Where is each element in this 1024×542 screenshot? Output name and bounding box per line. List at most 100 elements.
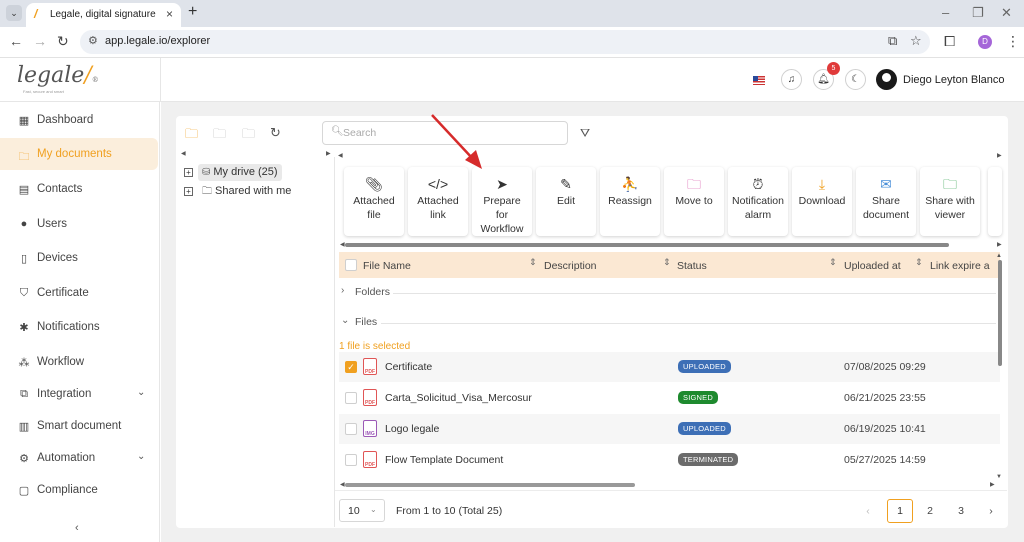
- sidebar-item-certificate[interactable]: ⛉ Certificate: [0, 277, 158, 309]
- browser-menu-icon[interactable]: ⋮: [1006, 33, 1020, 50]
- sort-icon[interactable]: ⇕: [663, 257, 671, 268]
- expand-icon[interactable]: +: [184, 168, 193, 177]
- page-3-button[interactable]: 3: [948, 499, 974, 523]
- move-folder-icon[interactable]: 🗀︎: [242, 125, 255, 147]
- column-description[interactable]: Description: [544, 260, 597, 272]
- next-page-button[interactable]: ›: [978, 499, 1004, 523]
- edit-button[interactable]: ✎ Edit: [536, 167, 596, 236]
- sort-icon[interactable]: ⇕: [529, 257, 537, 268]
- support-headset-icon[interactable]: ♫: [781, 69, 802, 90]
- attached-file-button[interactable]: 📎︎ Attached file: [344, 167, 404, 236]
- sidebar-item-smart-document[interactable]: ▥ Smart document: [0, 410, 158, 442]
- column-link-expire[interactable]: Link expire a: [930, 260, 998, 272]
- address-bar[interactable]: ⚙ app.legale.io/explorer ⧉ ☆: [80, 30, 930, 54]
- scroll-left-icon[interactable]: ◀: [340, 241, 345, 248]
- table-row[interactable]: ✓ PDF Certificate UPLOADED 07/08/2025 09…: [339, 352, 1000, 382]
- tree-scroll-right-icon[interactable]: ▶: [326, 150, 331, 157]
- new-folder-icon[interactable]: 🗀︎: [185, 125, 198, 147]
- sidebar-item-notifications[interactable]: ✱ Notifications: [0, 311, 158, 343]
- page-size-select[interactable]: 10 ⌄: [339, 499, 385, 522]
- install-app-icon[interactable]: ⧉: [888, 33, 897, 49]
- sort-icon[interactable]: ⇕: [829, 257, 837, 268]
- bookmark-star-icon[interactable]: ☆: [910, 33, 922, 49]
- scroll-right-icon[interactable]: ▶: [997, 241, 1002, 248]
- row-checkbox[interactable]: [345, 392, 357, 404]
- actions-scroll-left-icon[interactable]: ◀: [338, 152, 343, 159]
- tree-label-pill[interactable]: 🗀︎ Shared with me: [198, 183, 295, 200]
- search-input[interactable]: [343, 125, 563, 141]
- prev-page-button[interactable]: ‹: [855, 499, 881, 523]
- actions-scrollbar[interactable]: [345, 243, 949, 247]
- file-name[interactable]: Flow Template Document: [385, 454, 503, 466]
- sidebar-item-integration[interactable]: ⧉ Integration ⌄: [0, 378, 158, 410]
- expand-icon[interactable]: +: [184, 187, 193, 196]
- row-checkbox[interactable]: ✓: [345, 361, 357, 373]
- move-to-button[interactable]: 🗀︎ Move to: [664, 167, 724, 236]
- group-folders[interactable]: › Folders: [339, 283, 1000, 303]
- sidebar-item-devices[interactable]: ▯ Devices: [0, 242, 158, 274]
- us-flag-icon[interactable]: [753, 76, 765, 85]
- close-icon[interactable]: ×: [166, 7, 173, 21]
- page-1-button[interactable]: 1: [887, 499, 913, 523]
- scroll-right-icon[interactable]: ▶: [990, 481, 995, 488]
- column-status[interactable]: Status: [677, 260, 707, 272]
- scroll-left-icon[interactable]: ◀: [340, 481, 345, 488]
- table-row[interactable]: IMG Logo legale UPLOADED 06/19/2025 10:4…: [339, 414, 1000, 444]
- dark-mode-icon[interactable]: ☾: [845, 69, 866, 90]
- file-name[interactable]: Logo legale: [385, 423, 439, 435]
- upload-folder-icon[interactable]: 🗀︎: [213, 125, 226, 147]
- select-all-checkbox[interactable]: [345, 259, 357, 271]
- sidebar-item-compliance[interactable]: ▢ Compliance: [0, 474, 158, 506]
- reload-icon[interactable]: ↻: [57, 33, 69, 50]
- row-checkbox[interactable]: [345, 454, 357, 466]
- sidebar-item-automation[interactable]: ⚙ Automation ⌄: [0, 442, 158, 474]
- site-info-icon[interactable]: ⚙: [88, 34, 98, 47]
- tab-search-icon[interactable]: ⌄: [6, 5, 22, 21]
- restore-icon[interactable]: ❐: [972, 5, 984, 21]
- actions-scroll-right-icon[interactable]: ▶: [997, 152, 1002, 159]
- attached-link-button[interactable]: </> Attached link: [408, 167, 468, 236]
- sort-icon[interactable]: ⇕: [915, 257, 923, 268]
- back-icon[interactable]: ←: [9, 33, 23, 49]
- sidebar-item-users[interactable]: ● Users: [0, 208, 158, 240]
- browser-tab[interactable]: / Legale, digital signature ×: [26, 3, 181, 27]
- reassign-button[interactable]: ⛹ Reassign: [600, 167, 660, 236]
- user-name[interactable]: Diego Leyton Blanco: [903, 74, 1005, 86]
- column-file-name[interactable]: File Name: [363, 260, 411, 272]
- new-tab-icon[interactable]: +: [188, 3, 197, 21]
- close-window-icon[interactable]: ✕: [1001, 5, 1012, 21]
- row-checkbox[interactable]: [345, 423, 357, 435]
- column-uploaded-at[interactable]: Uploaded at: [844, 260, 901, 272]
- tree-label-pill[interactable]: ⛁ My drive (25): [198, 164, 282, 181]
- share-with-viewer-button[interactable]: 🗀︎ Share with viewer: [920, 167, 980, 236]
- profile-avatar[interactable]: D: [978, 35, 992, 49]
- table-vertical-scrollbar[interactable]: [998, 260, 1002, 366]
- file-name[interactable]: Carta_Solicitud_Visa_Mercosur: [385, 392, 532, 404]
- file-name[interactable]: Certificate: [385, 361, 432, 373]
- legale-logo[interactable]: legale/®: [17, 63, 99, 88]
- table-row[interactable]: PDF Flow Template Document TERMINATED 05…: [339, 445, 1000, 475]
- sidebar-item-contacts[interactable]: ▤ Contacts: [0, 173, 158, 205]
- collapse-sidebar-icon[interactable]: ‹: [75, 522, 79, 534]
- sidebar-item-my-documents[interactable]: 🗀︎ My documents: [0, 138, 158, 170]
- table-horizontal-scrollbar[interactable]: [345, 483, 635, 487]
- minimize-icon[interactable]: –: [942, 5, 949, 20]
- prepare-for-workflow-button[interactable]: ➤ Prepare for Workflow: [472, 167, 532, 236]
- notification-alarm-button[interactable]: ⏰︎ Notification alarm: [728, 167, 788, 236]
- extensions-icon[interactable]: ⧠: [944, 33, 955, 50]
- user-avatar[interactable]: [876, 69, 897, 90]
- group-files[interactable]: ⌄ Files: [339, 313, 1000, 333]
- table-row[interactable]: PDF Carta_Solicitud_Visa_Mercosur SIGNED…: [339, 383, 1000, 413]
- forward-icon[interactable]: →: [33, 33, 47, 49]
- filter-icon[interactable]: ⛛: [580, 126, 590, 141]
- sidebar-item-workflow[interactable]: ⁂ Workflow: [0, 346, 158, 378]
- more-actions-button-partial[interactable]: [988, 167, 1002, 236]
- download-button[interactable]: ⤓ Download: [792, 167, 852, 236]
- tree-scroll-left-icon[interactable]: ◀: [181, 150, 186, 157]
- refresh-icon[interactable]: ↻: [270, 125, 281, 141]
- share-document-button[interactable]: ✉ Share document: [856, 167, 916, 236]
- sidebar-item-dashboard[interactable]: ▦ Dashboard: [0, 104, 158, 136]
- page-2-button[interactable]: 2: [917, 499, 943, 523]
- scroll-down-icon[interactable]: ▼: [996, 474, 1002, 480]
- scroll-up-icon[interactable]: ▲: [996, 253, 1002, 259]
